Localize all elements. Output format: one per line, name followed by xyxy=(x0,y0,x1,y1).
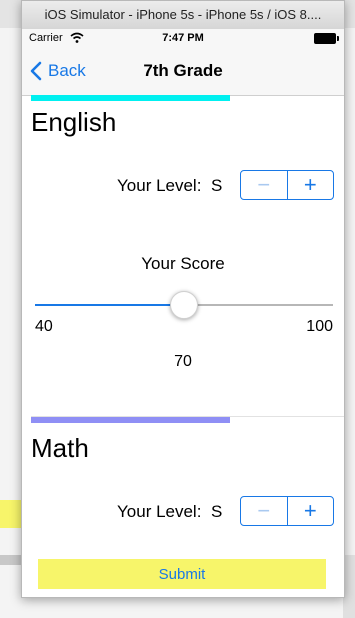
background-scrollbar xyxy=(0,555,21,565)
math-level-decrement-button[interactable]: − xyxy=(241,497,287,525)
simulator-window: iOS Simulator - iPhone 5s - iPhone 5s / … xyxy=(21,0,345,598)
content-area: English Your Level: S − + Your Score 40 … xyxy=(22,95,344,597)
navigation-bar: Back 7th Grade xyxy=(22,47,344,96)
english-level-decrement-button[interactable]: − xyxy=(241,171,287,199)
math-level-increment-button[interactable]: + xyxy=(286,497,334,525)
english-level-increment-button[interactable]: + xyxy=(286,171,334,199)
english-level-stepper[interactable]: − + xyxy=(240,170,334,200)
math-level-value: S xyxy=(211,502,223,521)
math-level-stepper[interactable]: − + xyxy=(240,496,334,526)
slider-max-label: 100 xyxy=(306,318,333,335)
window-title: iOS Simulator - iPhone 5s - iPhone 5s / … xyxy=(22,1,344,30)
math-level-label: Your Level: xyxy=(117,502,202,521)
status-time: 7:47 PM xyxy=(162,32,204,44)
battery-icon xyxy=(314,33,339,44)
status-bar: Carrier 7:47 PM xyxy=(22,29,344,47)
slider-min-label: 40 xyxy=(35,318,53,335)
math-section-title: Math xyxy=(31,433,89,463)
background-yellow-strip xyxy=(0,500,21,528)
english-level-label: Your Level: xyxy=(117,176,202,195)
math-accent-bar xyxy=(31,417,230,423)
nav-title: 7th Grade xyxy=(143,61,223,80)
score-slider-fill xyxy=(35,304,184,306)
english-section-title: English xyxy=(31,107,117,137)
submit-button[interactable]: Submit xyxy=(38,559,326,589)
english-accent-bar xyxy=(31,95,230,101)
english-score-value: 70 xyxy=(174,353,192,370)
score-slider-track[interactable] xyxy=(184,304,333,306)
english-score-label: Your Score xyxy=(141,254,225,273)
english-level-value: S xyxy=(211,176,223,195)
score-slider-thumb[interactable] xyxy=(170,291,198,319)
